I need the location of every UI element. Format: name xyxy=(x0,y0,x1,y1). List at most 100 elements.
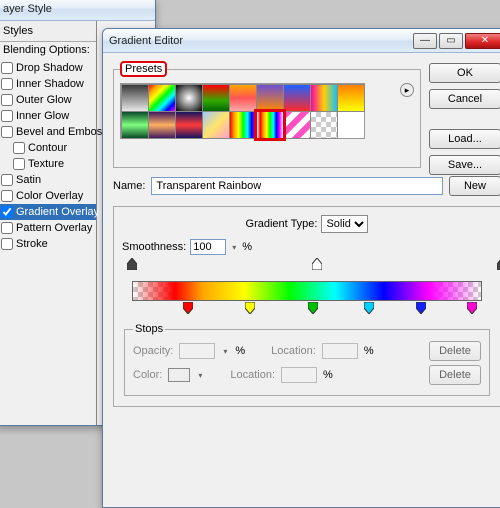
style-checkbox[interactable] xyxy=(1,174,13,186)
style-checkbox[interactable] xyxy=(1,190,13,202)
gradient-type-label: Gradient Type: xyxy=(246,218,318,230)
preset-swatch[interactable] xyxy=(310,84,338,112)
preset-grid xyxy=(120,83,365,139)
style-row-outer-glow[interactable]: Outer Glow xyxy=(0,92,96,108)
color-stop[interactable] xyxy=(245,302,255,314)
style-row-color-overlay[interactable]: Color Overlay xyxy=(0,188,96,204)
color-swatch xyxy=(168,368,190,382)
new-button[interactable]: New xyxy=(449,176,500,196)
minimize-button[interactable]: — xyxy=(413,33,437,49)
gradient-type-select[interactable]: Solid xyxy=(321,215,368,233)
opacity-stop[interactable] xyxy=(312,258,322,270)
style-row-pattern-overlay[interactable]: Pattern Overlay xyxy=(0,220,96,236)
maximize-button[interactable]: ▭ xyxy=(439,33,463,49)
gradient-type-fieldset: Gradient Type: Solid Smoothness: ▾ % Sto xyxy=(113,206,500,407)
blending-options-header[interactable]: Blending Options: xyxy=(0,42,96,58)
style-checkbox[interactable] xyxy=(13,142,25,154)
color-label: Color: xyxy=(133,369,162,381)
opacity-location-input xyxy=(322,343,358,359)
style-checkbox[interactable] xyxy=(1,94,13,106)
style-row-contour[interactable]: Contour xyxy=(0,140,96,156)
smoothness-input[interactable] xyxy=(190,239,226,255)
gradient-bar-area[interactable] xyxy=(122,269,492,317)
gradient-editor-titlebar[interactable]: Gradient Editor — ▭ ✕ xyxy=(103,29,500,53)
ok-button[interactable]: OK xyxy=(429,63,500,83)
style-label: Satin xyxy=(16,174,41,186)
percent-label: % xyxy=(364,345,374,357)
style-label: Texture xyxy=(28,158,64,170)
name-label: Name: xyxy=(113,180,145,192)
style-checkbox[interactable] xyxy=(1,238,13,250)
preset-swatch[interactable] xyxy=(175,84,203,112)
preset-swatch[interactable] xyxy=(310,111,338,139)
preset-swatch[interactable] xyxy=(256,84,284,112)
gradient-editor-title: Gradient Editor xyxy=(109,35,183,47)
chevron-down-icon: ▾ xyxy=(221,347,229,356)
preset-swatch[interactable] xyxy=(148,84,176,112)
style-label: Drop Shadow xyxy=(16,62,83,74)
preset-swatch[interactable] xyxy=(283,111,311,139)
opacity-label: Opacity: xyxy=(133,345,173,357)
presets-flyout-icon[interactable]: ▸ xyxy=(400,83,414,97)
cancel-button[interactable]: Cancel xyxy=(429,89,500,109)
style-checkbox[interactable] xyxy=(1,206,13,218)
gradient-editor-window: Gradient Editor — ▭ ✕ OK Cancel Load... … xyxy=(102,28,500,508)
style-row-inner-shadow[interactable]: Inner Shadow xyxy=(0,76,96,92)
style-row-gradient-overlay[interactable]: Gradient Overlay xyxy=(0,204,96,220)
color-stop[interactable] xyxy=(183,302,193,314)
style-row-inner-glow[interactable]: Inner Glow xyxy=(0,108,96,124)
location-label: Location: xyxy=(271,345,316,357)
name-input[interactable] xyxy=(151,177,443,195)
color-location-input xyxy=(281,367,317,383)
style-label: Pattern Overlay xyxy=(16,222,92,234)
percent-label: % xyxy=(242,241,252,253)
gradient-bar[interactable] xyxy=(132,281,482,301)
styles-column: Styles Blending Options: Drop Shadow Inne… xyxy=(0,21,97,425)
opacity-input xyxy=(179,343,215,359)
preset-swatch[interactable] xyxy=(202,84,230,112)
percent-label: % xyxy=(323,369,333,381)
style-row-texture[interactable]: Texture xyxy=(0,156,96,172)
style-row-drop-shadow[interactable]: Drop Shadow xyxy=(0,60,96,76)
preset-swatch[interactable] xyxy=(337,84,365,112)
load-button[interactable]: Load... xyxy=(429,129,500,149)
style-checkbox[interactable] xyxy=(13,158,25,170)
color-stop[interactable] xyxy=(467,302,477,314)
preset-swatch[interactable] xyxy=(283,84,311,112)
presets-legend: Presets xyxy=(120,61,167,77)
style-checkbox[interactable] xyxy=(1,222,13,234)
preset-swatch[interactable] xyxy=(175,111,203,139)
chevron-down-icon[interactable]: ▾ xyxy=(230,243,238,252)
layer-style-titlebar[interactable]: ayer Style xyxy=(0,0,155,21)
stops-legend: Stops xyxy=(133,323,165,335)
smoothness-label: Smoothness: xyxy=(122,241,186,253)
style-row-satin[interactable]: Satin xyxy=(0,172,96,188)
style-label: Gradient Overlay xyxy=(16,206,99,218)
preset-swatch[interactable] xyxy=(229,111,257,139)
style-row-stroke[interactable]: Stroke xyxy=(0,236,96,252)
opacity-stop[interactable] xyxy=(127,258,137,270)
style-checkbox[interactable] xyxy=(1,126,13,138)
color-stop[interactable] xyxy=(364,302,374,314)
styles-header[interactable]: Styles xyxy=(0,21,96,42)
save-button[interactable]: Save... xyxy=(429,155,500,175)
preset-swatch[interactable] xyxy=(256,111,284,139)
style-label: Color Overlay xyxy=(16,190,83,202)
style-checkbox[interactable] xyxy=(1,110,13,122)
color-stop[interactable] xyxy=(308,302,318,314)
preset-swatch[interactable] xyxy=(148,111,176,139)
stops-fieldset: Stops Opacity: ▾ % Location: % Delete Co… xyxy=(124,323,490,396)
style-label: Outer Glow xyxy=(16,94,72,106)
style-label: Contour xyxy=(28,142,67,154)
close-button[interactable]: ✕ xyxy=(465,33,500,49)
delete-color-stop-button: Delete xyxy=(429,365,481,385)
preset-swatch[interactable] xyxy=(121,111,149,139)
preset-swatch[interactable] xyxy=(229,84,257,112)
presets-fieldset: Presets ▸ xyxy=(113,61,421,168)
preset-swatch[interactable] xyxy=(202,111,230,139)
color-stop[interactable] xyxy=(416,302,426,314)
style-row-bevel-and-emboss[interactable]: Bevel and Emboss xyxy=(0,124,96,140)
preset-swatch[interactable] xyxy=(121,84,149,112)
style-checkbox[interactable] xyxy=(1,62,13,74)
style-checkbox[interactable] xyxy=(1,78,13,90)
